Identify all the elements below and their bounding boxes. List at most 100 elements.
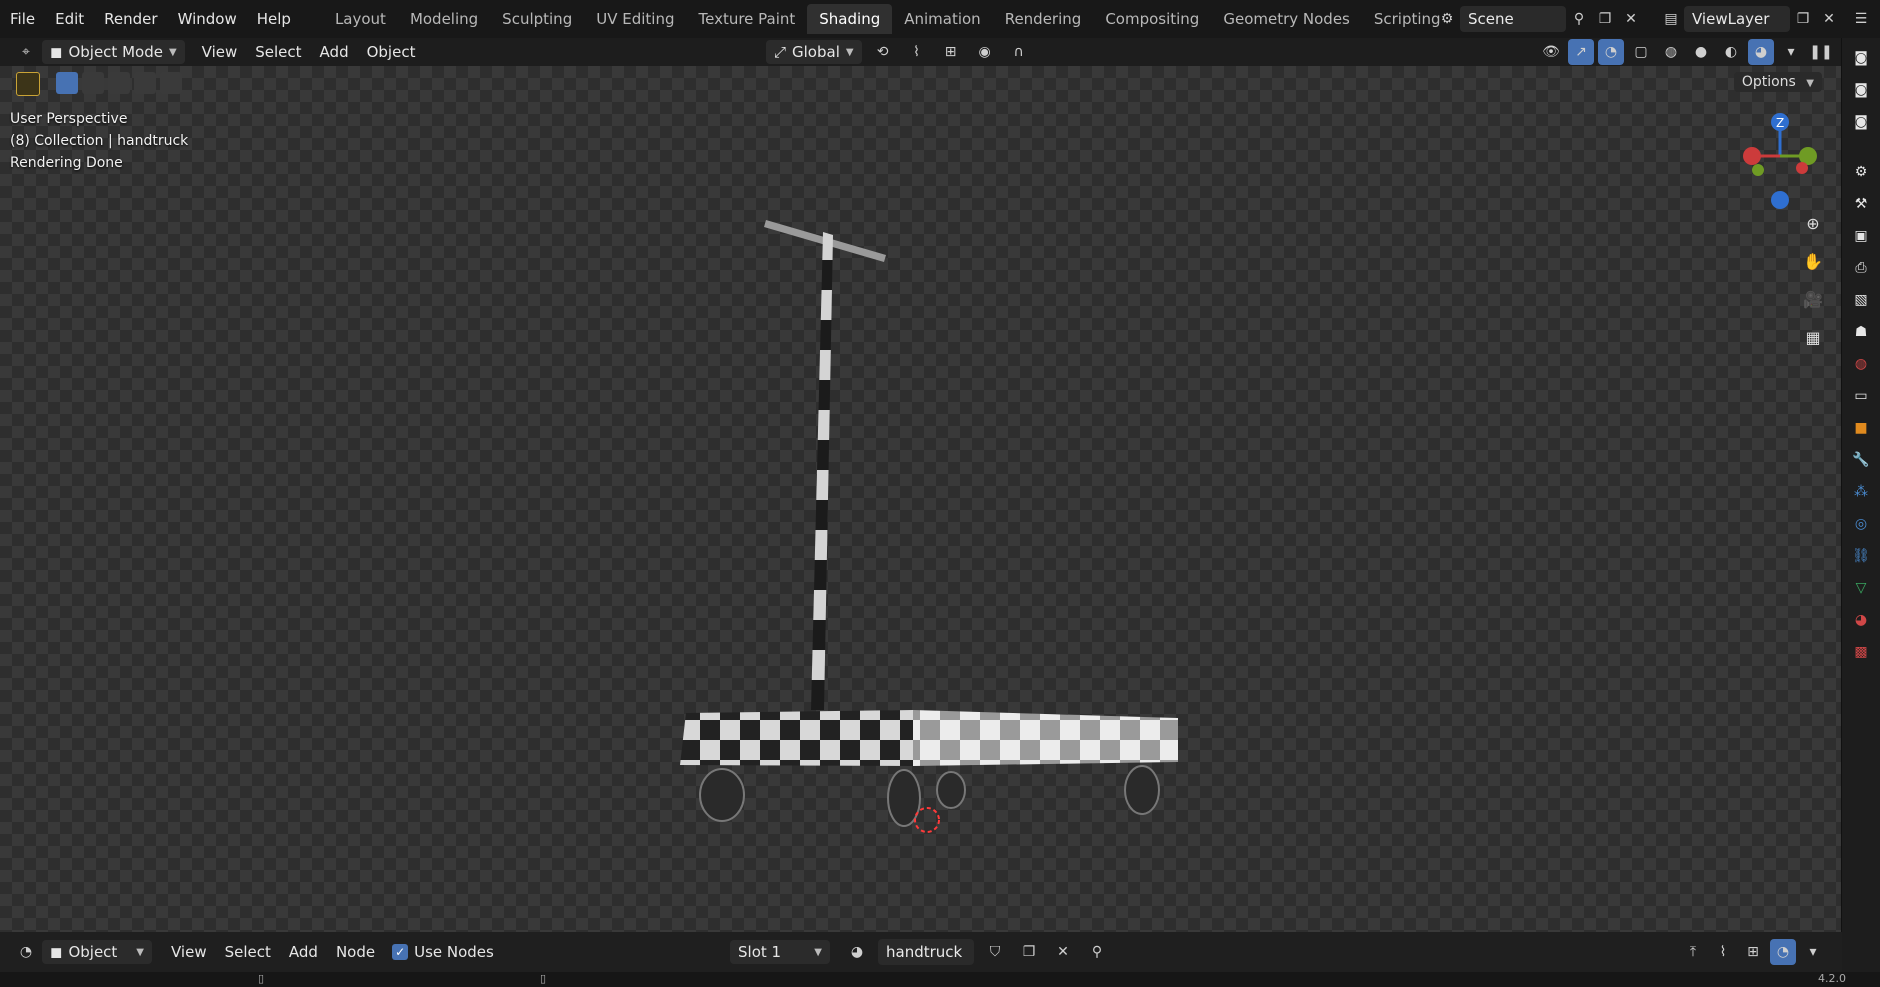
handtruck-model[interactable] (660, 200, 1200, 850)
xray-icon[interactable]: ▢ (1628, 39, 1654, 65)
viewport-menu-add[interactable]: Add (311, 43, 358, 61)
physics-props-icon[interactable]: ◎ (1849, 512, 1873, 536)
unlink-material-icon[interactable]: ✕ (1050, 939, 1076, 965)
options-dropdown[interactable]: Options ▼ (1733, 72, 1822, 92)
viewlayer-field[interactable]: ViewLayer (1684, 6, 1790, 32)
camera-view-icon[interactable]: 🎥 (1800, 286, 1826, 312)
shader-type-dropdown[interactable]: ◼ Object ▼ (42, 940, 152, 964)
material-browse-icon[interactable]: ◕ (844, 939, 870, 965)
chevron-down-icon[interactable]: ▾ (1800, 939, 1826, 965)
render-props-icon[interactable]: ▣ (1849, 224, 1873, 248)
tab-modeling[interactable]: Modeling (398, 4, 490, 34)
falloff-icon[interactable]: ∩ (1006, 39, 1032, 65)
navigation-gizmo[interactable]: Z (1730, 108, 1820, 218)
camera-icon[interactable]: ◙ (1849, 46, 1873, 70)
y-neg-axis-handle[interactable] (1752, 164, 1764, 176)
select-extend-icon[interactable] (82, 72, 104, 94)
menu-render[interactable]: Render (94, 0, 167, 38)
snap-grid-icon[interactable]: ⊞ (1740, 939, 1766, 965)
select-box-icon[interactable] (56, 72, 78, 94)
z-neg-axis-handle[interactable] (1771, 191, 1789, 209)
x-axis-handle[interactable] (1743, 147, 1761, 165)
checkbox-icon[interactable]: ✓ (392, 944, 409, 960)
menu-edit[interactable]: Edit (45, 0, 94, 38)
snap-icon[interactable]: ⌇ (904, 39, 930, 65)
scene-props-icon[interactable]: ☗ (1849, 320, 1873, 344)
outliner-toggle-icon[interactable]: ☰ (1842, 6, 1880, 32)
overlay-toggle-icon[interactable]: ◔ (1598, 39, 1624, 65)
tab-sculpting[interactable]: Sculpting (490, 4, 584, 34)
viewport-menu-select[interactable]: Select (246, 43, 310, 61)
data-props-icon[interactable]: ▽ (1849, 576, 1873, 600)
tab-uv-editing[interactable]: UV Editing (584, 4, 686, 34)
snap-target-icon[interactable]: ⊞ (938, 39, 964, 65)
camera-icon[interactable]: ◙ (1849, 110, 1873, 134)
viewport-menu-object[interactable]: Object (358, 43, 425, 61)
gizmo-toggle-icon[interactable]: ↗ (1568, 39, 1594, 65)
new-viewlayer-icon[interactable]: ❐ (1790, 6, 1816, 32)
tweak-tool-icon[interactable] (16, 72, 40, 96)
menu-help[interactable]: Help (247, 0, 301, 38)
select-intersect-icon[interactable] (160, 72, 182, 94)
fake-user-shield-icon[interactable]: ⛉ (982, 939, 1008, 965)
perspective-toggle-icon[interactable]: ▦ (1800, 324, 1826, 350)
snap-icon[interactable]: ⌇ (1710, 939, 1736, 965)
select-invert-icon[interactable] (134, 72, 156, 94)
use-nodes-toggle[interactable]: ✓ Use Nodes (392, 943, 494, 961)
scene-icon[interactable]: ⚙ (1434, 6, 1460, 32)
output-props-icon[interactable]: ⎙ (1849, 256, 1873, 280)
tab-geometry-nodes[interactable]: Geometry Nodes (1211, 4, 1362, 34)
tab-rendering[interactable]: Rendering (993, 4, 1094, 34)
tab-shading[interactable]: Shading (807, 4, 893, 34)
view-layer-props-icon[interactable]: ▧ (1849, 288, 1873, 312)
pan-hand-icon[interactable]: ✋ (1800, 248, 1826, 274)
editor-type-icon[interactable]: ◔ (10, 939, 42, 965)
pivot-icon[interactable]: ⟲ (870, 39, 896, 65)
solid-shading-icon[interactable]: ● (1688, 39, 1714, 65)
mode-dropdown[interactable]: ◼ Object Mode ▼ (42, 40, 185, 64)
camera-icon[interactable]: ◙ (1849, 78, 1873, 102)
tool-settings-icon[interactable]: ⚙ (1849, 160, 1873, 184)
zoom-icon[interactable]: ⊕ (1800, 210, 1826, 236)
visibility-icon[interactable]: 👁 (1538, 39, 1564, 65)
close-scene-icon[interactable]: ✕ (1618, 6, 1644, 32)
slot-dropdown[interactable]: Slot 1 ▼ (730, 940, 830, 964)
material-shading-icon[interactable]: ◐ (1718, 39, 1744, 65)
orientation-dropdown[interactable]: ⤢ Global ▼ (766, 40, 862, 64)
select-subtract-icon[interactable] (108, 72, 130, 94)
viewport-menu-view[interactable]: View (193, 43, 247, 61)
shading-options-icon[interactable]: ▾ (1778, 39, 1804, 65)
pin-icon[interactable]: ⚲ (1566, 6, 1592, 32)
particles-props-icon[interactable]: ⁂ (1849, 480, 1873, 504)
new-scene-icon[interactable]: ❐ (1592, 6, 1618, 32)
constraints-props-icon[interactable]: ⛓ (1849, 544, 1873, 568)
parent-node-tree-icon[interactable]: ⤒ (1680, 939, 1706, 965)
collection-props-icon[interactable]: ▭ (1849, 384, 1873, 408)
viewlayer-icon[interactable]: ▤ (1658, 6, 1684, 32)
material-name-field[interactable]: handtruck (878, 939, 974, 965)
tab-layout[interactable]: Layout (323, 4, 398, 34)
rendered-shading-icon[interactable]: ◕ (1748, 39, 1774, 65)
tab-animation[interactable]: Animation (892, 4, 992, 34)
texture-props-icon[interactable]: ▩ (1849, 640, 1873, 664)
menu-window[interactable]: Window (168, 0, 247, 38)
modifier-props-icon[interactable]: 🔧 (1849, 448, 1873, 472)
duplicate-material-icon[interactable]: ❐ (1016, 939, 1042, 965)
node-menu-add[interactable]: Add (280, 943, 327, 961)
editor-type-icon[interactable]: ⌖ (10, 39, 42, 65)
wireframe-shading-icon[interactable]: ◍ (1658, 39, 1684, 65)
close-viewlayer-icon[interactable]: ✕ (1816, 6, 1842, 32)
node-menu-node[interactable]: Node (327, 943, 384, 961)
overlay-toggle-icon[interactable]: ◔ (1770, 939, 1796, 965)
tab-texture-paint[interactable]: Texture Paint (686, 4, 807, 34)
tab-compositing[interactable]: Compositing (1093, 4, 1211, 34)
pin-icon[interactable]: ⚲ (1084, 939, 1110, 965)
node-menu-select[interactable]: Select (216, 943, 280, 961)
object-props-icon[interactable]: ■ (1849, 416, 1873, 440)
proportional-edit-icon[interactable]: ◉ (972, 39, 998, 65)
world-props-icon[interactable]: ◍ (1849, 352, 1873, 376)
pause-render-icon[interactable]: ❚❚ (1808, 39, 1834, 65)
node-menu-view[interactable]: View (162, 943, 216, 961)
menu-file[interactable]: File (0, 0, 45, 38)
x-neg-axis-handle[interactable] (1796, 162, 1808, 174)
